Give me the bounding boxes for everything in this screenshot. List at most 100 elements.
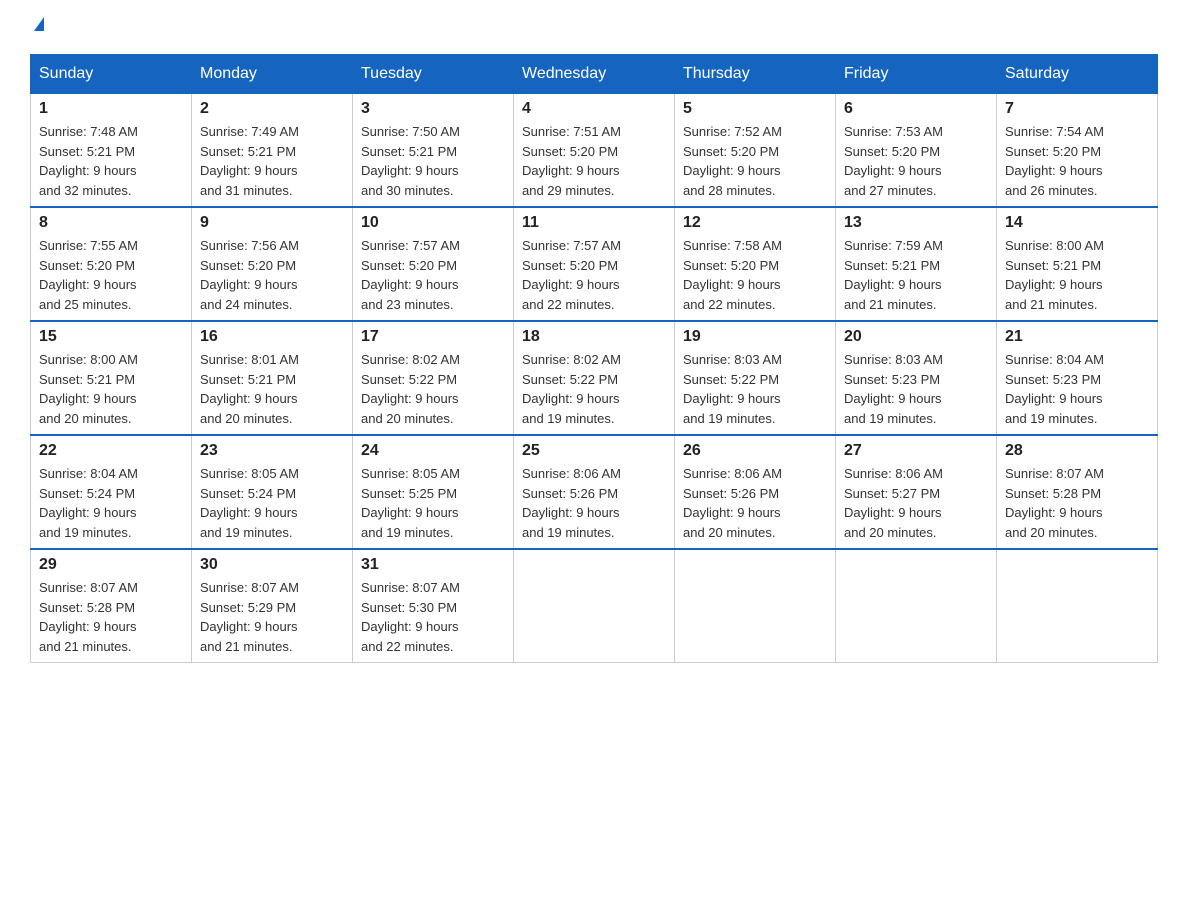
calendar-cell: 26 Sunrise: 8:06 AMSunset: 5:26 PMDaylig… <box>675 435 836 549</box>
calendar-cell: 9 Sunrise: 7:56 AMSunset: 5:20 PMDayligh… <box>192 207 353 321</box>
calendar-cell: 29 Sunrise: 8:07 AMSunset: 5:28 PMDaylig… <box>31 549 192 663</box>
day-info: Sunrise: 8:00 AMSunset: 5:21 PMDaylight:… <box>39 350 183 428</box>
page-header <box>30 20 1158 34</box>
day-info: Sunrise: 8:07 AMSunset: 5:30 PMDaylight:… <box>361 578 505 656</box>
day-info: Sunrise: 7:59 AMSunset: 5:21 PMDaylight:… <box>844 236 988 314</box>
day-info: Sunrise: 8:04 AMSunset: 5:23 PMDaylight:… <box>1005 350 1149 428</box>
day-number: 4 <box>522 100 666 118</box>
day-info: Sunrise: 8:07 AMSunset: 5:28 PMDaylight:… <box>1005 464 1149 542</box>
calendar-cell: 21 Sunrise: 8:04 AMSunset: 5:23 PMDaylig… <box>997 321 1158 435</box>
day-number: 20 <box>844 328 988 346</box>
calendar-cell: 19 Sunrise: 8:03 AMSunset: 5:22 PMDaylig… <box>675 321 836 435</box>
day-number: 3 <box>361 100 505 118</box>
day-info: Sunrise: 8:07 AMSunset: 5:29 PMDaylight:… <box>200 578 344 656</box>
calendar-cell: 24 Sunrise: 8:05 AMSunset: 5:25 PMDaylig… <box>353 435 514 549</box>
calendar-week-row: 1 Sunrise: 7:48 AMSunset: 5:21 PMDayligh… <box>31 94 1158 208</box>
calendar-cell: 17 Sunrise: 8:02 AMSunset: 5:22 PMDaylig… <box>353 321 514 435</box>
day-info: Sunrise: 7:53 AMSunset: 5:20 PMDaylight:… <box>844 122 988 200</box>
day-info: Sunrise: 7:57 AMSunset: 5:20 PMDaylight:… <box>361 236 505 314</box>
calendar-cell: 22 Sunrise: 8:04 AMSunset: 5:24 PMDaylig… <box>31 435 192 549</box>
calendar-week-row: 29 Sunrise: 8:07 AMSunset: 5:28 PMDaylig… <box>31 549 1158 663</box>
calendar-cell: 16 Sunrise: 8:01 AMSunset: 5:21 PMDaylig… <box>192 321 353 435</box>
day-number: 27 <box>844 442 988 460</box>
column-header-friday: Friday <box>836 55 997 94</box>
day-number: 30 <box>200 556 344 574</box>
day-number: 9 <box>200 214 344 232</box>
day-info: Sunrise: 7:56 AMSunset: 5:20 PMDaylight:… <box>200 236 344 314</box>
day-number: 19 <box>683 328 827 346</box>
day-number: 28 <box>1005 442 1149 460</box>
calendar-cell: 13 Sunrise: 7:59 AMSunset: 5:21 PMDaylig… <box>836 207 997 321</box>
day-info: Sunrise: 8:00 AMSunset: 5:21 PMDaylight:… <box>1005 236 1149 314</box>
column-header-thursday: Thursday <box>675 55 836 94</box>
column-header-sunday: Sunday <box>31 55 192 94</box>
calendar-cell: 5 Sunrise: 7:52 AMSunset: 5:20 PMDayligh… <box>675 94 836 208</box>
calendar-cell: 4 Sunrise: 7:51 AMSunset: 5:20 PMDayligh… <box>514 94 675 208</box>
calendar-cell: 28 Sunrise: 8:07 AMSunset: 5:28 PMDaylig… <box>997 435 1158 549</box>
calendar-cell: 11 Sunrise: 7:57 AMSunset: 5:20 PMDaylig… <box>514 207 675 321</box>
calendar-cell: 7 Sunrise: 7:54 AMSunset: 5:20 PMDayligh… <box>997 94 1158 208</box>
calendar-cell: 6 Sunrise: 7:53 AMSunset: 5:20 PMDayligh… <box>836 94 997 208</box>
column-header-saturday: Saturday <box>997 55 1158 94</box>
day-info: Sunrise: 7:52 AMSunset: 5:20 PMDaylight:… <box>683 122 827 200</box>
day-number: 24 <box>361 442 505 460</box>
calendar-cell <box>675 549 836 663</box>
calendar-week-row: 8 Sunrise: 7:55 AMSunset: 5:20 PMDayligh… <box>31 207 1158 321</box>
calendar-cell: 2 Sunrise: 7:49 AMSunset: 5:21 PMDayligh… <box>192 94 353 208</box>
day-info: Sunrise: 7:51 AMSunset: 5:20 PMDaylight:… <box>522 122 666 200</box>
day-number: 6 <box>844 100 988 118</box>
day-number: 2 <box>200 100 344 118</box>
day-number: 10 <box>361 214 505 232</box>
calendar-cell: 1 Sunrise: 7:48 AMSunset: 5:21 PMDayligh… <box>31 94 192 208</box>
day-number: 23 <box>200 442 344 460</box>
logo <box>30 20 44 34</box>
day-info: Sunrise: 8:05 AMSunset: 5:24 PMDaylight:… <box>200 464 344 542</box>
day-info: Sunrise: 7:55 AMSunset: 5:20 PMDaylight:… <box>39 236 183 314</box>
day-number: 25 <box>522 442 666 460</box>
calendar-header-row: SundayMondayTuesdayWednesdayThursdayFrid… <box>31 55 1158 94</box>
day-info: Sunrise: 8:03 AMSunset: 5:22 PMDaylight:… <box>683 350 827 428</box>
column-header-wednesday: Wednesday <box>514 55 675 94</box>
day-info: Sunrise: 7:54 AMSunset: 5:20 PMDaylight:… <box>1005 122 1149 200</box>
calendar-cell <box>836 549 997 663</box>
calendar-cell <box>997 549 1158 663</box>
calendar-cell <box>514 549 675 663</box>
column-header-monday: Monday <box>192 55 353 94</box>
calendar-cell: 30 Sunrise: 8:07 AMSunset: 5:29 PMDaylig… <box>192 549 353 663</box>
column-header-tuesday: Tuesday <box>353 55 514 94</box>
day-number: 15 <box>39 328 183 346</box>
logo-triangle-icon <box>34 17 44 31</box>
day-info: Sunrise: 7:57 AMSunset: 5:20 PMDaylight:… <box>522 236 666 314</box>
calendar-cell: 10 Sunrise: 7:57 AMSunset: 5:20 PMDaylig… <box>353 207 514 321</box>
day-info: Sunrise: 8:02 AMSunset: 5:22 PMDaylight:… <box>522 350 666 428</box>
calendar-table: SundayMondayTuesdayWednesdayThursdayFrid… <box>30 54 1158 663</box>
day-info: Sunrise: 7:49 AMSunset: 5:21 PMDaylight:… <box>200 122 344 200</box>
day-info: Sunrise: 7:48 AMSunset: 5:21 PMDaylight:… <box>39 122 183 200</box>
day-info: Sunrise: 8:07 AMSunset: 5:28 PMDaylight:… <box>39 578 183 656</box>
day-info: Sunrise: 8:03 AMSunset: 5:23 PMDaylight:… <box>844 350 988 428</box>
calendar-cell: 25 Sunrise: 8:06 AMSunset: 5:26 PMDaylig… <box>514 435 675 549</box>
day-number: 7 <box>1005 100 1149 118</box>
day-info: Sunrise: 7:58 AMSunset: 5:20 PMDaylight:… <box>683 236 827 314</box>
calendar-cell: 23 Sunrise: 8:05 AMSunset: 5:24 PMDaylig… <box>192 435 353 549</box>
day-info: Sunrise: 8:02 AMSunset: 5:22 PMDaylight:… <box>361 350 505 428</box>
day-number: 11 <box>522 214 666 232</box>
day-number: 12 <box>683 214 827 232</box>
calendar-cell: 20 Sunrise: 8:03 AMSunset: 5:23 PMDaylig… <box>836 321 997 435</box>
day-number: 14 <box>1005 214 1149 232</box>
calendar-cell: 3 Sunrise: 7:50 AMSunset: 5:21 PMDayligh… <box>353 94 514 208</box>
day-info: Sunrise: 8:06 AMSunset: 5:27 PMDaylight:… <box>844 464 988 542</box>
calendar-cell: 31 Sunrise: 8:07 AMSunset: 5:30 PMDaylig… <box>353 549 514 663</box>
calendar-cell: 15 Sunrise: 8:00 AMSunset: 5:21 PMDaylig… <box>31 321 192 435</box>
day-number: 18 <box>522 328 666 346</box>
day-number: 8 <box>39 214 183 232</box>
calendar-cell: 27 Sunrise: 8:06 AMSunset: 5:27 PMDaylig… <box>836 435 997 549</box>
calendar-cell: 18 Sunrise: 8:02 AMSunset: 5:22 PMDaylig… <box>514 321 675 435</box>
day-info: Sunrise: 8:06 AMSunset: 5:26 PMDaylight:… <box>522 464 666 542</box>
day-info: Sunrise: 8:05 AMSunset: 5:25 PMDaylight:… <box>361 464 505 542</box>
day-number: 17 <box>361 328 505 346</box>
day-info: Sunrise: 7:50 AMSunset: 5:21 PMDaylight:… <box>361 122 505 200</box>
day-number: 22 <box>39 442 183 460</box>
calendar-cell: 14 Sunrise: 8:00 AMSunset: 5:21 PMDaylig… <box>997 207 1158 321</box>
calendar-cell: 8 Sunrise: 7:55 AMSunset: 5:20 PMDayligh… <box>31 207 192 321</box>
